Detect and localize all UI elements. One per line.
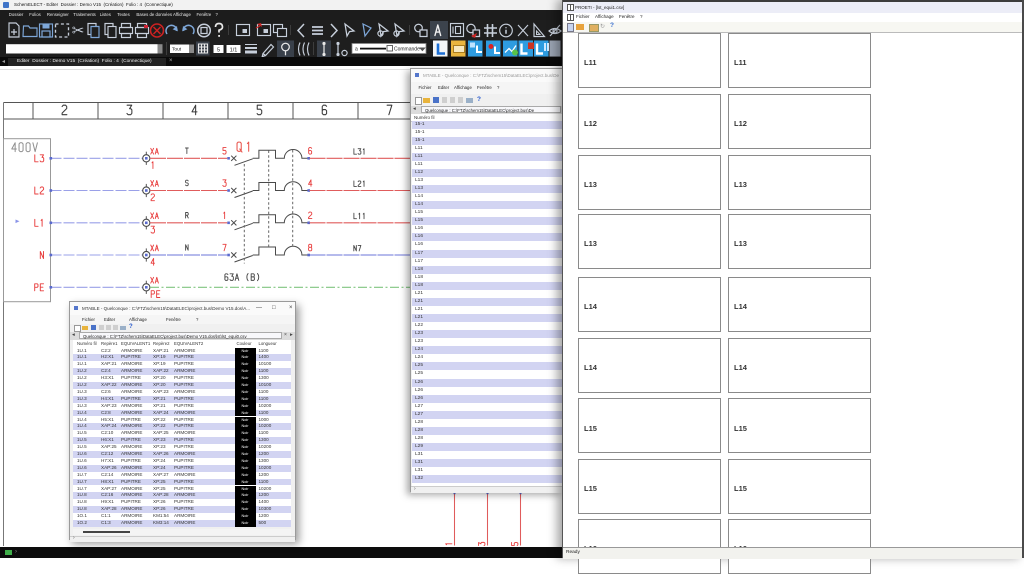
svg-text:✂: ✂ [72,23,85,40]
svg-text:1/1: 1/1 [230,47,238,53]
svg-text:Commande: Commande [394,47,420,53]
svg-text:a: a [355,47,358,53]
svg-text:Tout: Tout [172,47,182,53]
svg-text:5: 5 [217,47,220,53]
